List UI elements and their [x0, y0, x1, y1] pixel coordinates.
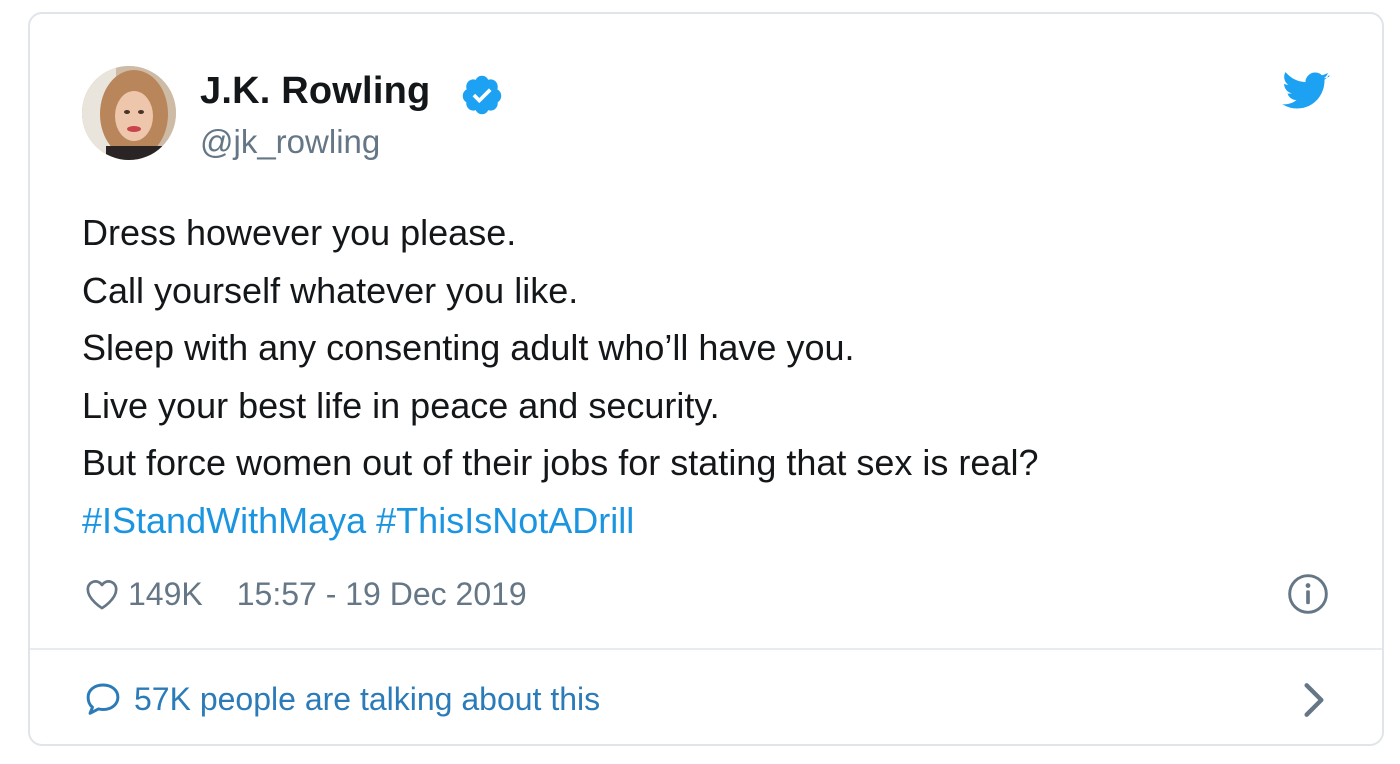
heart-icon[interactable]	[82, 574, 122, 614]
tweet-text: Dress however you please. Call yourself …	[82, 204, 1322, 549]
tweet-line: Live your best life in peace and securit…	[82, 384, 720, 426]
tweet-meta: 149K 15:57 - 19 Dec 2019	[82, 570, 527, 618]
tweet-card[interactable]: J.K. Rowling @jk_rowling Dress however y…	[28, 12, 1384, 746]
tweet-line: But force women out of their jobs for st…	[82, 442, 1039, 483]
tweet-line: Sleep with any consenting adult who’ll h…	[82, 327, 855, 368]
avatar[interactable]	[82, 66, 176, 160]
comment-icon	[86, 683, 120, 715]
like-count[interactable]: 149K	[128, 576, 203, 613]
hashtag-link-thisisnotadrill[interactable]: #ThisIsNotADrill	[376, 500, 634, 541]
twitter-bird-icon[interactable]	[1282, 72, 1330, 112]
author-handle[interactable]: @jk_rowling	[200, 123, 380, 161]
avatar-image	[82, 66, 176, 160]
talking-about-text[interactable]: 57K people are talking about this	[134, 681, 600, 718]
chevron-right-icon[interactable]	[1294, 678, 1334, 722]
hashtag-line: #IStandWithMaya #ThisIsNotADrill	[82, 492, 1322, 550]
tweet-line: Dress however you please.	[82, 212, 517, 253]
tweet-line: Call yourself whatever you like.	[82, 269, 579, 311]
conversation-link[interactable]: 57K people are talking about this	[82, 674, 600, 724]
verified-badge-icon	[462, 75, 502, 115]
tweet-timestamp[interactable]: 15:57 - 19 Dec 2019	[237, 576, 527, 613]
hashtag-link-istandwithmaya[interactable]: #IStandWithMaya	[82, 500, 366, 541]
divider	[30, 648, 1382, 650]
author-display-name[interactable]: J.K. Rowling	[200, 70, 430, 113]
info-icon[interactable]	[1286, 572, 1330, 616]
